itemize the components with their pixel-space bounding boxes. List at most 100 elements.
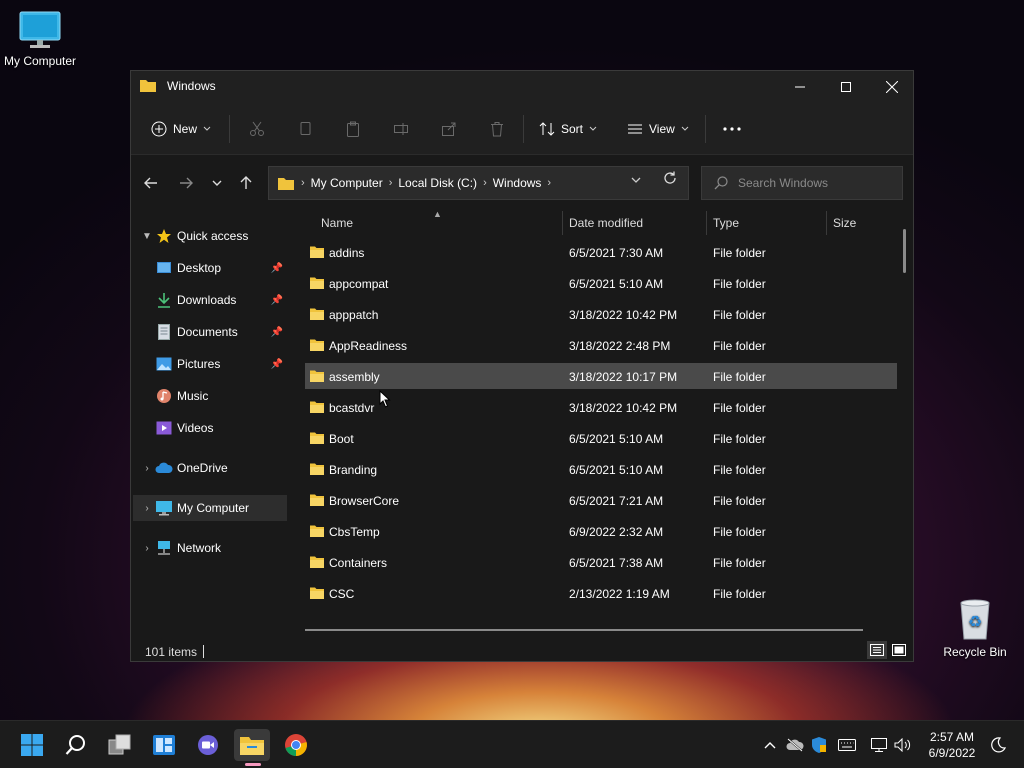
sidebar-item-music[interactable]: Music — [133, 383, 287, 409]
start-button[interactable] — [14, 729, 50, 761]
column-header-type[interactable]: Type — [713, 209, 739, 237]
back-button[interactable] — [139, 173, 163, 193]
column-header-name[interactable]: Name — [321, 209, 353, 237]
table-row[interactable]: CSC 2/13/2022 1:19 AM File folder — [305, 580, 897, 606]
sidebar-item-videos[interactable]: Videos — [133, 415, 287, 441]
windows-logo-icon — [21, 734, 43, 756]
minimize-button[interactable] — [777, 71, 823, 103]
chrome-icon — [285, 734, 307, 756]
navigation-pane: ▼ Quick access Desktop 📌 Downloads 📌 Doc… — [131, 209, 289, 631]
details-view-button[interactable] — [867, 641, 887, 659]
table-row[interactable]: AppReadiness 3/18/2022 2:48 PM File folder — [305, 332, 897, 358]
search-box[interactable]: Search Windows — [701, 166, 903, 200]
address-history-button[interactable] — [631, 175, 641, 187]
speaker-icon — [894, 738, 911, 752]
column-divider[interactable] — [706, 211, 707, 235]
sidebar-item-network[interactable]: › Network — [133, 535, 287, 561]
sort-ascending-icon: ▲ — [433, 209, 442, 219]
tray-network-icon[interactable] — [869, 735, 889, 755]
file-date-modified: 6/9/2022 2:32 AM — [569, 525, 664, 539]
column-header-size[interactable]: Size — [833, 209, 856, 237]
chevron-down-icon[interactable]: ▼ — [139, 231, 155, 242]
chevron-right-icon[interactable]: › — [139, 503, 155, 514]
table-row[interactable]: Boot 6/5/2021 5:10 AM File folder — [305, 425, 897, 451]
breadcrumb-chevron[interactable]: › — [389, 177, 393, 189]
taskbar-clock[interactable]: 2:57 AM 6/9/2022 — [922, 729, 982, 761]
maximize-button[interactable] — [823, 71, 869, 103]
notifications-button[interactable] — [988, 735, 1008, 755]
refresh-button[interactable] — [663, 171, 677, 189]
breadcrumb-my-computer[interactable]: My Computer — [311, 176, 383, 190]
table-row[interactable]: assembly 3/18/2022 10:17 PM File folder — [305, 363, 897, 389]
desktop-icon-my-computer[interactable]: My Computer — [0, 10, 80, 68]
show-hidden-icons-button[interactable] — [760, 735, 780, 755]
task-view-button[interactable] — [102, 729, 138, 761]
table-row[interactable]: addins 6/5/2021 7:30 AM File folder — [305, 239, 897, 265]
pin-icon[interactable]: 📌 — [271, 263, 283, 274]
share-button[interactable] — [441, 117, 457, 141]
tray-security-icon[interactable] — [809, 735, 829, 755]
table-row[interactable]: apppatch 3/18/2022 10:42 PM File folder — [305, 301, 897, 327]
new-button[interactable]: New — [151, 117, 211, 141]
view-button[interactable]: View — [627, 117, 689, 141]
tray-volume-icon[interactable] — [893, 735, 913, 755]
folder-icon — [309, 245, 325, 262]
rename-button[interactable] — [393, 117, 409, 141]
paste-button[interactable] — [345, 117, 361, 141]
recent-locations-button[interactable] — [205, 173, 229, 193]
pin-icon[interactable]: 📌 — [271, 359, 283, 370]
table-row[interactable]: CbsTemp 6/9/2022 2:32 AM File folder — [305, 518, 897, 544]
search-button[interactable] — [58, 729, 94, 761]
breadcrumb-chevron[interactable]: › — [483, 177, 487, 189]
chevron-right-icon[interactable]: › — [139, 543, 155, 554]
address-bar[interactable]: › My Computer › Local Disk (C:) › Window… — [268, 166, 689, 200]
copy-button[interactable] — [297, 117, 313, 141]
sidebar-item-pictures[interactable]: Pictures 📌 — [133, 351, 287, 377]
sidebar-item-downloads[interactable]: Downloads 📌 — [133, 287, 287, 313]
widgets-button[interactable] — [146, 729, 182, 761]
chevron-right-icon[interactable]: › — [139, 463, 155, 474]
sidebar-item-desktop[interactable]: Desktop 📌 — [133, 255, 287, 281]
sidebar-item-my-computer[interactable]: › My Computer — [133, 495, 287, 521]
table-row[interactable]: appcompat 6/5/2021 5:10 AM File folder — [305, 270, 897, 296]
pin-icon[interactable]: 📌 — [271, 327, 283, 338]
pin-icon[interactable]: 📌 — [271, 295, 283, 306]
more-options-button[interactable] — [723, 117, 741, 141]
breadcrumb-local-disk[interactable]: Local Disk (C:) — [398, 176, 477, 190]
new-label: New — [173, 122, 198, 136]
breadcrumb-chevron[interactable]: › — [301, 177, 305, 189]
chrome-button[interactable] — [278, 729, 314, 761]
table-row[interactable]: Containers 6/5/2021 7:38 AM File folder — [305, 549, 897, 575]
horizontal-scrollbar[interactable] — [305, 629, 863, 631]
forward-button[interactable] — [174, 173, 198, 193]
up-button[interactable] — [234, 173, 258, 193]
title-bar[interactable]: Windows — [131, 71, 913, 103]
tray-onedrive-icon[interactable] — [785, 735, 805, 755]
toolbar-divider — [229, 115, 230, 143]
close-button[interactable] — [869, 71, 915, 103]
cut-button[interactable] — [249, 117, 265, 141]
delete-button[interactable] — [489, 117, 505, 141]
vertical-scrollbar[interactable] — [903, 229, 906, 273]
column-divider[interactable] — [826, 211, 827, 235]
column-divider[interactable] — [562, 211, 563, 235]
breadcrumb-chevron[interactable]: › — [547, 177, 551, 189]
tray-keyboard-icon[interactable] — [837, 735, 857, 755]
sidebar-item-documents[interactable]: Documents 📌 — [133, 319, 287, 345]
breadcrumb-windows[interactable]: Windows — [493, 176, 542, 190]
table-row[interactable]: Branding 6/5/2021 5:10 AM File folder — [305, 456, 897, 482]
table-row[interactable]: bcastdvr 3/18/2022 10:42 PM File folder — [305, 394, 897, 420]
file-explorer-taskbar-button[interactable] — [234, 729, 270, 761]
sidebar-item-onedrive[interactable]: › OneDrive — [133, 455, 287, 481]
video-chat-icon — [198, 735, 218, 755]
table-row[interactable]: BrowserCore 6/5/2021 7:21 AM File folder — [305, 487, 897, 513]
folder-icon — [140, 80, 156, 92]
sidebar-item-quick-access[interactable]: ▼ Quick access — [133, 223, 287, 249]
sort-button[interactable]: Sort — [539, 117, 597, 141]
desktop-icon-recycle-bin[interactable]: ♻ Recycle Bin — [935, 597, 1015, 659]
column-header-label: Date modified — [569, 216, 644, 230]
chat-button[interactable] — [190, 729, 226, 761]
large-icons-view-button[interactable] — [889, 641, 909, 659]
column-header-date-modified[interactable]: Date modified — [569, 209, 643, 237]
cloud-icon — [155, 460, 173, 476]
